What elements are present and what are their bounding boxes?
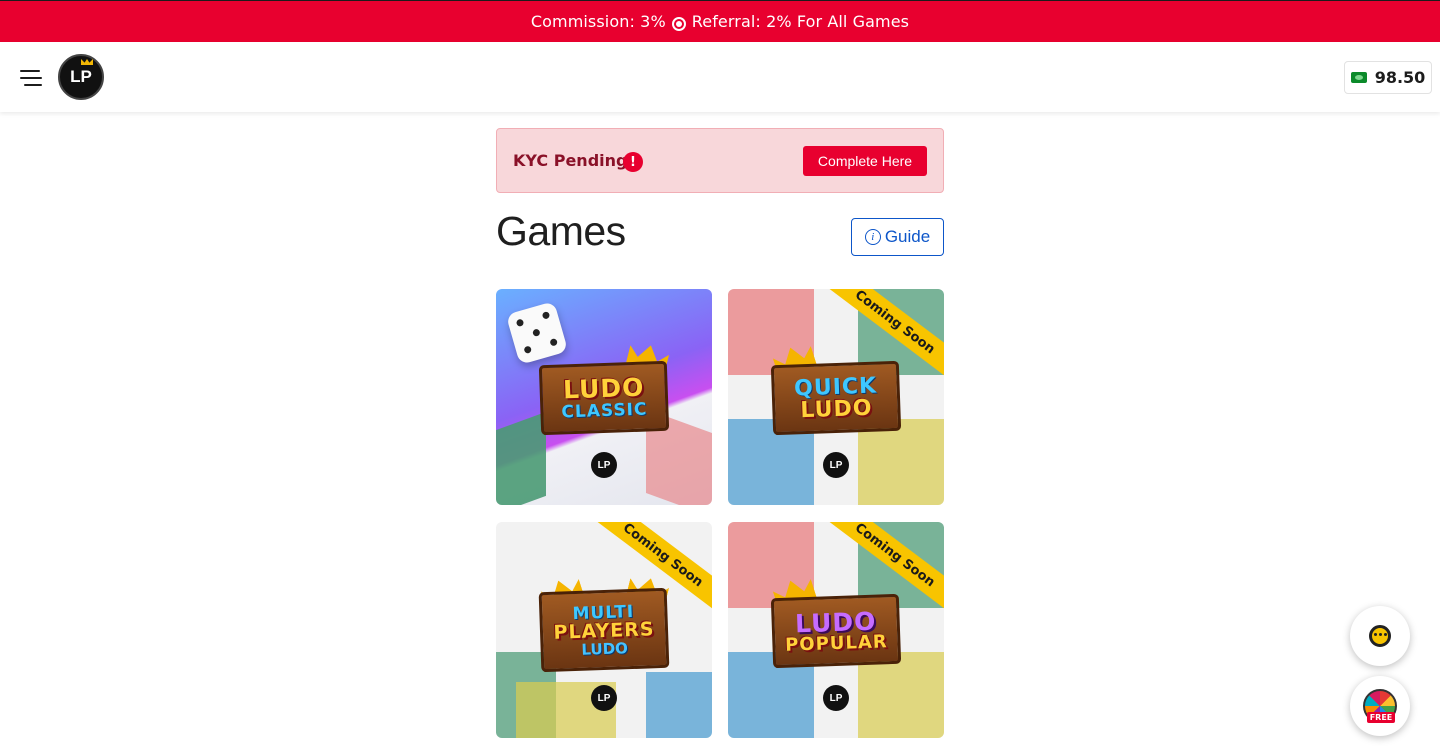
game-title-line1: LUDO — [562, 372, 645, 405]
board-blue-area — [646, 672, 712, 738]
hamburger-icon-bar-1 — [20, 70, 40, 72]
game-title-line2: POPULAR — [784, 630, 889, 656]
game-title-sign: QUICK LUDO — [770, 360, 902, 436]
referral-text: Referral: 2% For All Games — [691, 12, 910, 31]
exclamation-icon: ! — [623, 152, 643, 172]
game-card-multi-players-ludo[interactable]: MULTI PLAYERS LUDO LP Coming Soon — [496, 522, 712, 738]
game-card-ludo-classic[interactable]: LUDO CLASSIC LP — [496, 289, 712, 505]
game-title-line2: LUDO — [799, 395, 873, 424]
cash-icon — [1350, 72, 1367, 83]
games-heading: Games — [496, 208, 626, 254]
spin-wheel-icon — [1363, 689, 1397, 723]
guide-label: Guide — [884, 227, 931, 246]
wallet-balance-button[interactable]: 98.50 — [1344, 61, 1432, 94]
spin-wheel-button[interactable] — [1350, 676, 1410, 736]
wallet-amount: 98.50 — [1374, 68, 1426, 87]
info-icon: i — [864, 229, 881, 245]
hamburger-icon-bar-2 — [20, 77, 42, 79]
card-logo: LP — [823, 685, 849, 711]
hamburger-menu-button[interactable] — [20, 70, 44, 86]
board-yellow-quad — [858, 419, 944, 505]
game-card-ludo-popular[interactable]: LUDO POPULAR LP Coming Soon — [728, 522, 944, 738]
commission-text: Commission: 3% — [530, 12, 666, 31]
support-chat-button[interactable] — [1350, 606, 1410, 666]
support-chat-icon — [1365, 623, 1395, 649]
game-title-line3: LUDO — [581, 639, 629, 659]
complete-kyc-button[interactable]: Complete Here — [803, 146, 927, 176]
card-logo: LP — [591, 452, 617, 478]
commission-banner: Commission: 3% Referral: 2% For All Game… — [0, 1, 1440, 42]
game-title-sign: LUDO POPULAR — [770, 593, 902, 669]
game-title-line2: CLASSIC — [561, 399, 648, 423]
card-logo: LP — [823, 452, 849, 478]
board-yellow-quad — [858, 652, 944, 738]
kyc-alert-box: KYC Pending ! Complete Here — [496, 128, 944, 193]
app-logo[interactable]: LP — [58, 54, 104, 100]
game-card-quick-ludo[interactable]: QUICK LUDO LP Coming Soon — [728, 289, 944, 505]
app-header: LP 98.50 — [0, 42, 1440, 112]
kyc-status-label: KYC Pending — [513, 151, 628, 170]
card-logo: LP — [591, 685, 617, 711]
logo-text: LP — [70, 67, 92, 86]
separator-dot-icon — [671, 16, 686, 31]
game-title-sign: MULTI PLAYERS LUDO — [538, 587, 670, 673]
game-title-sign: LUDO CLASSIC — [538, 360, 670, 436]
crown-icon — [81, 59, 93, 65]
guide-button[interactable]: i Guide — [851, 218, 944, 256]
hamburger-icon-bar-3 — [24, 84, 42, 86]
